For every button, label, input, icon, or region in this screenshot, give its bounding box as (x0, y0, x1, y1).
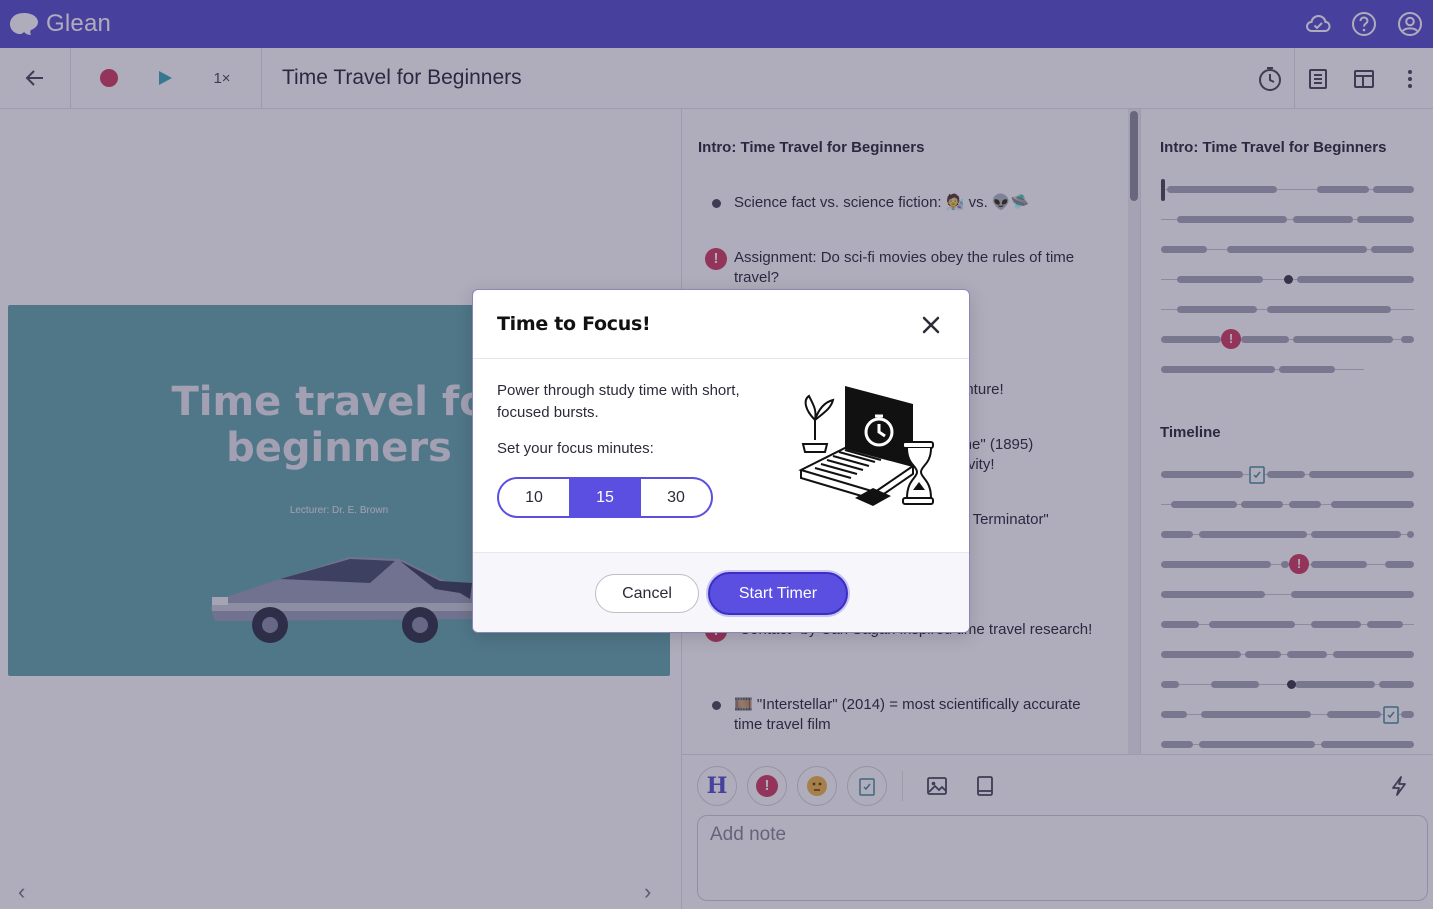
dialog-description: Power through study time with short, foc… (497, 382, 740, 421)
start-timer-button[interactable]: Start Timer (708, 572, 848, 615)
dialog-header: Time to Focus! (473, 290, 969, 359)
focus-minutes-selector: 10 15 30 (497, 477, 713, 518)
minutes-option-10[interactable]: 10 (499, 479, 569, 516)
dialog-title: Time to Focus! (497, 313, 651, 335)
close-icon[interactable] (919, 313, 943, 337)
focus-timer-dialog: Time to Focus! Power through study time … (472, 289, 970, 633)
minutes-option-30[interactable]: 30 (640, 479, 711, 516)
focus-minutes-label: Set your focus minutes: (497, 440, 654, 457)
laptop-timer-illustration-icon (798, 386, 934, 506)
minutes-option-15[interactable]: 15 (569, 479, 640, 516)
cancel-button[interactable]: Cancel (595, 574, 699, 613)
dialog-footer: Cancel Start Timer (473, 552, 969, 632)
